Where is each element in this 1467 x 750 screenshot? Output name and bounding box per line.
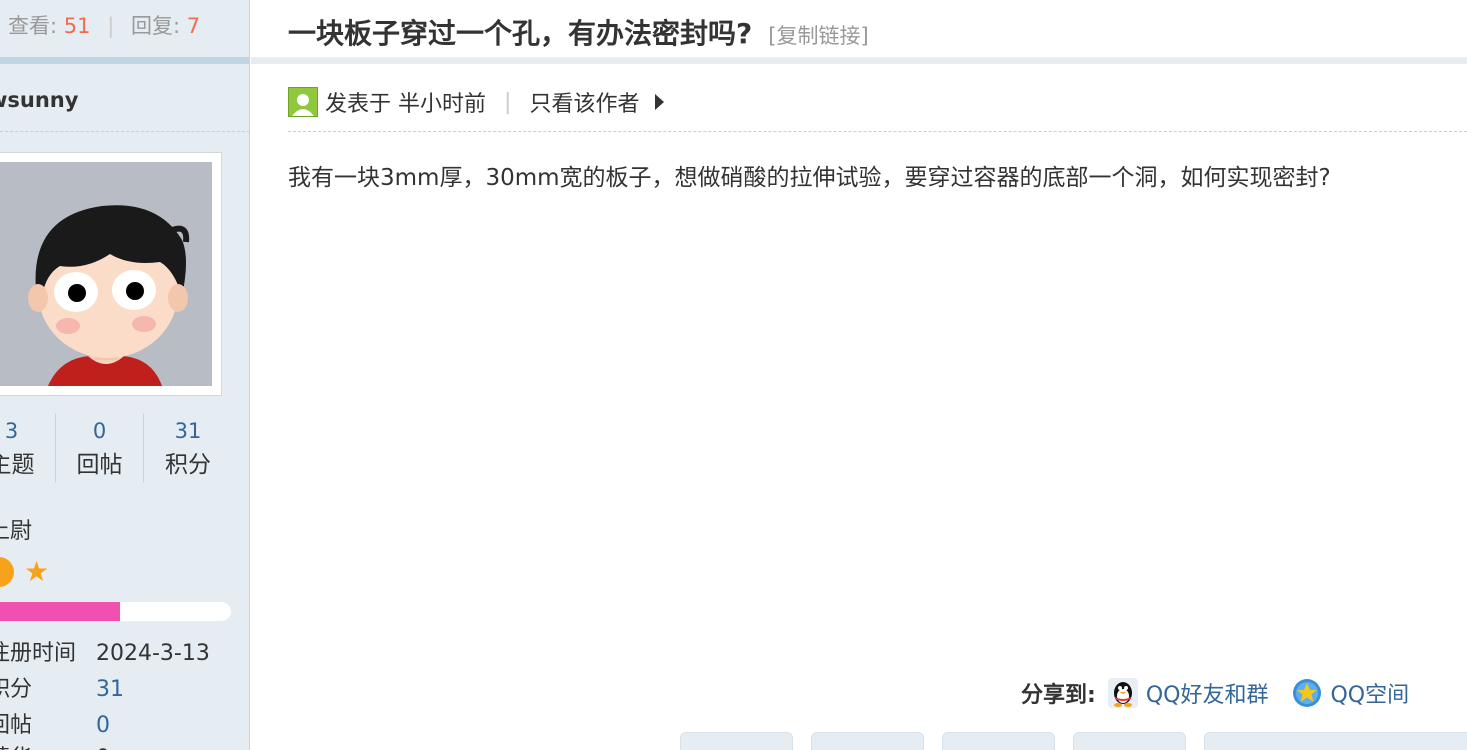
- count-posts[interactable]: 0 回帖: [56, 414, 144, 482]
- action-button[interactable]: [811, 732, 924, 750]
- post-main: 一块板子穿过一个孔，有办法密封吗? [复制链接] 发表于 半小时前 | 只看该作者…: [251, 0, 1467, 750]
- info-value: 2024-3-13: [96, 641, 210, 666]
- qzone-star-icon: [1293, 679, 1322, 707]
- only-author-link[interactable]: 只看该作者: [529, 86, 639, 118]
- count-label: 回帖: [76, 452, 123, 478]
- author-name-divider: [0, 131, 249, 132]
- author-sidebar: 查看: 51 | 回复: 7 wsunny: [0, 0, 250, 750]
- post-meta: 发表于 半小时前 | 只看该作者: [288, 86, 665, 118]
- rank-stars: ★: [0, 557, 49, 587]
- sun-icon: [0, 557, 14, 587]
- info-row-posts: 回帖 0: [0, 707, 110, 739]
- count-points[interactable]: 31 积分: [144, 414, 232, 482]
- online-user-icon: [288, 87, 318, 117]
- stats-separator: |: [107, 14, 115, 38]
- star-icon: ★: [24, 555, 50, 588]
- count-label: 主题: [0, 452, 35, 478]
- replies-count: 7: [186, 14, 201, 38]
- rank-progress-fill: [0, 602, 121, 621]
- action-button[interactable]: [1073, 732, 1186, 750]
- person-icon: [292, 94, 314, 116]
- count-value: 31: [174, 419, 202, 443]
- copy-link-button[interactable]: [复制链接]: [768, 24, 868, 48]
- count-label: 积分: [165, 452, 211, 478]
- action-button[interactable]: [942, 732, 1055, 750]
- share-qq-label: QQ好友和群: [1145, 683, 1269, 708]
- meta-divider: [288, 131, 1467, 132]
- posted-time: 半小时前: [398, 92, 487, 117]
- info-key: 积分: [0, 677, 33, 702]
- share-bar: 分享到: QQ好友和群 QQ空间: [1021, 677, 1409, 709]
- views-label: 查看:: [8, 14, 58, 38]
- posted-prefix: 发表于: [325, 92, 392, 117]
- info-row-points: 积分 31: [0, 671, 124, 703]
- avatar[interactable]: [0, 152, 222, 396]
- replies-label: 回复:: [130, 14, 181, 38]
- sidebar-divider: [0, 57, 249, 64]
- rank-progress-bar: [0, 602, 231, 621]
- author-name-link[interactable]: wsunny: [0, 88, 78, 112]
- arrow-right-icon[interactable]: [655, 94, 665, 110]
- post-action-buttons: [680, 732, 1467, 750]
- views-count: 51: [63, 14, 91, 38]
- info-value: 0: [96, 746, 110, 750]
- count-threads[interactable]: 3 主题: [0, 414, 56, 482]
- info-key: 精华: [0, 740, 96, 750]
- share-qzone-label: QQ空间: [1330, 683, 1410, 708]
- title-divider: [251, 57, 1467, 64]
- info-row-digest: 精华0: [0, 740, 110, 750]
- info-value-link[interactable]: 31: [96, 677, 124, 702]
- meta-separator: |: [504, 89, 512, 115]
- info-value-link[interactable]: 0: [96, 713, 110, 738]
- info-key: 注册时间: [0, 641, 77, 666]
- qq-penguin-icon: [1107, 678, 1138, 708]
- share-qzone[interactable]: QQ空间: [1292, 677, 1409, 709]
- author-rank[interactable]: 上尉: [0, 513, 32, 545]
- thread-title-bar: 一块板子穿过一个孔，有办法密封吗? [复制链接]: [251, 0, 1467, 57]
- info-key: 回帖: [0, 713, 33, 738]
- action-button[interactable]: [680, 732, 793, 750]
- thread-stats: 查看: 51 | 回复: 7: [8, 10, 200, 40]
- share-qq-friends[interactable]: QQ好友和群: [1107, 677, 1269, 709]
- thread-title-text: 一块板子穿过一个孔，有办法密封吗?: [288, 17, 753, 50]
- share-label: 分享到:: [1021, 683, 1096, 708]
- count-value: 0: [92, 419, 107, 443]
- cartoon-avatar-icon: [0, 162, 212, 386]
- post-content: 我有一块3mm厚，30mm宽的板子，想做硝酸的拉伸试验，要穿过容器的底部一个洞，…: [288, 165, 1331, 191]
- action-button[interactable]: [1204, 732, 1467, 750]
- info-row-register: 注册时间 2024-3-13: [0, 635, 210, 667]
- count-value: 3: [4, 419, 19, 443]
- author-counts: 3 主题 0 回帖 31 积分: [0, 414, 232, 482]
- thread-title: 一块板子穿过一个孔，有办法密封吗? [复制链接]: [288, 12, 869, 52]
